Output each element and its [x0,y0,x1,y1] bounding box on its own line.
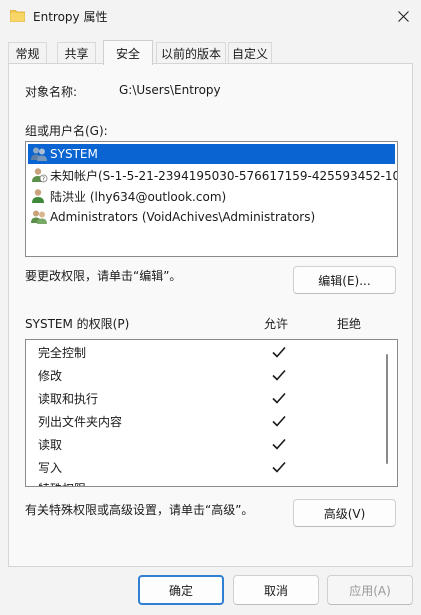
permissions-header: SYSTEM 的权限(P) [25,317,130,331]
permission-row: 读取和执行 [38,391,99,406]
cancel-button[interactable]: 取消 [233,575,319,605]
title-bar: Entropy 属性 [0,0,421,32]
user-item-system[interactable]: SYSTEM [28,144,395,164]
user-item-label: SYSTEM [50,147,98,161]
allow-check-icon [272,438,286,450]
advanced-button[interactable]: 高级(V) [293,499,396,527]
window-title: Entropy 属性 [33,10,108,24]
security-panel: 对象名称: G:\Users\Entropy 组或用户名(G): SYSTEM … [8,63,413,567]
permission-row: 完全控制 [38,345,87,360]
group-users-icon [31,147,47,161]
close-icon [397,10,409,22]
close-button[interactable] [388,4,418,28]
permission-row: 特殊权限 [38,478,86,487]
edit-button[interactable]: 编辑(E)... [293,266,396,294]
permission-row: 写入 [38,460,63,475]
allow-check-icon [272,392,286,404]
user-item-lhy[interactable]: 陆洪业 (lhy634@outlook.com) [28,186,395,206]
deny-header: 拒绝 [337,317,362,331]
vertical-scrollbar[interactable] [386,354,388,464]
user-icon [32,189,44,203]
allow-header: 允许 [264,317,289,331]
unknown-user-icon: ? [32,168,48,183]
group-users-label: 组或用户名(G): [25,124,108,138]
user-item-administrators[interactable]: Administrators (VoidAchives\Administrato… [28,207,395,227]
apply-button[interactable]: 应用(A) [327,575,413,605]
permission-row: 读取 [38,437,63,452]
ok-button[interactable]: 确定 [138,575,224,605]
allow-check-icon [272,415,286,427]
tab-sharing[interactable]: 共享 [57,42,96,63]
tab-previous-versions[interactable]: 以前的版本 [156,42,226,63]
permission-row: 列出文件夹内容 [38,414,123,429]
permission-row: 修改 [38,368,63,383]
svg-text:?: ? [42,177,45,183]
tab-general[interactable]: 常规 [8,42,47,63]
user-item-label: Administrators (VoidAchives\Administrato… [50,210,316,224]
allow-check-icon [272,346,286,358]
object-name-label: 对象名称: [25,85,78,99]
folder-icon [10,10,25,22]
object-name-value: G:\Users\Entropy [119,83,221,97]
user-item-unknown[interactable]: ? 未知帐户(S-1-5-21-2394195030-576617159-425… [28,165,398,185]
allow-check-icon [272,461,286,473]
group-users-icon [31,210,47,224]
tab-security[interactable]: 安全 [103,40,153,65]
permissions-list: 完全控制 修改 读取和执行 列出文件夹内容 读取 写入 特殊权限 [25,339,398,487]
tab-customize[interactable]: 自定义 [228,42,272,63]
allow-check-icon [272,369,286,381]
user-item-label: 陆洪业 (lhy634@outlook.com) [50,189,227,204]
advanced-hint: 有关特殊权限或高级设置，请单击“高级”。 [25,503,254,517]
edit-hint: 要更改权限，请单击“编辑”。 [25,269,182,283]
user-item-label: 未知帐户(S-1-5-21-2394195030-576617159-42559… [50,168,398,183]
users-listbox[interactable]: SYSTEM ? 未知帐户(S-1-5-21-2394195030-576617… [25,141,398,257]
